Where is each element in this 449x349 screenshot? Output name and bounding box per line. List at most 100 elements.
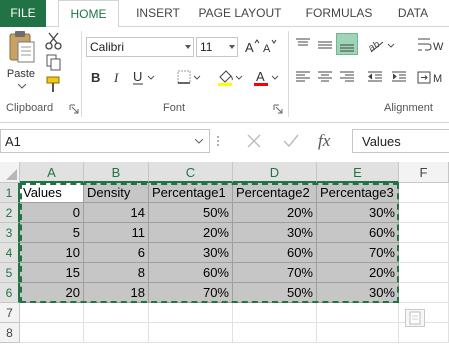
cut-button[interactable] [44, 31, 64, 51]
cell-a5[interactable]: 15 [20, 263, 84, 283]
row-header-8[interactable]: 8 [0, 323, 20, 343]
tab-home[interactable]: HOME [58, 0, 119, 28]
cell-d4[interactable]: 60% [233, 243, 317, 263]
format-painter-button[interactable] [44, 75, 64, 95]
chevron-down-icon[interactable] [18, 84, 26, 89]
tab-file[interactable]: FILE [0, 0, 46, 27]
cell-c5[interactable]: 60% [149, 263, 233, 283]
cell-e7[interactable] [317, 303, 399, 323]
cell-f2[interactable] [399, 203, 449, 223]
formula-input[interactable]: Values [352, 129, 449, 153]
cell-c7[interactable] [149, 303, 233, 323]
merge-center-button[interactable]: M [416, 69, 446, 87]
tab-page-layout[interactable]: PAGE LAYOUT [195, 0, 285, 27]
row-header-5[interactable]: 5 [0, 263, 20, 283]
top-align-button[interactable] [294, 37, 312, 53]
cell-e5[interactable]: 20% [317, 263, 399, 283]
column-header-f[interactable]: F [399, 162, 449, 183]
row-header-7[interactable]: 7 [0, 303, 20, 323]
select-all-button[interactable] [0, 162, 20, 183]
cell-a6[interactable]: 20 [20, 283, 84, 303]
cell-b8[interactable] [84, 323, 149, 343]
row-header-2[interactable]: 2 [0, 203, 20, 223]
cell-a1[interactable]: Values [20, 183, 84, 203]
cell-c8[interactable] [149, 323, 233, 343]
check-icon[interactable] [282, 133, 300, 149]
column-header-e[interactable]: E [317, 162, 399, 183]
row-header-1[interactable]: 1 [0, 183, 20, 203]
cell-e2[interactable]: 30% [317, 203, 399, 223]
cell-f5[interactable] [399, 263, 449, 283]
cell-c1[interactable]: Percentage1 [149, 183, 233, 203]
increase-indent-button[interactable] [390, 69, 408, 85]
cell-a8[interactable] [20, 323, 84, 343]
cell-f1[interactable] [399, 183, 449, 203]
tab-formulas[interactable]: FORMULAS [300, 0, 378, 27]
column-header-d[interactable]: D [233, 162, 317, 183]
middle-align-button[interactable] [316, 37, 334, 53]
decrease-indent-button[interactable] [366, 69, 384, 85]
cell-e6[interactable]: 30% [317, 283, 399, 303]
cell-d2[interactable]: 20% [233, 203, 317, 223]
dialog-launcher-icon[interactable] [69, 104, 79, 114]
cell-b7[interactable] [84, 303, 149, 323]
font-size-select[interactable]: 11 [196, 37, 238, 57]
name-box[interactable]: A1 [0, 129, 210, 153]
chevron-down-icon[interactable] [195, 139, 203, 144]
cell-b5[interactable]: 8 [84, 263, 149, 283]
font-name-select[interactable]: Calibri [86, 37, 194, 57]
increase-font-size-button[interactable]: A [244, 37, 260, 57]
cell-a7[interactable] [20, 303, 84, 323]
cell-d7[interactable] [233, 303, 317, 323]
row-header-4[interactable]: 4 [0, 243, 20, 263]
cell-d8[interactable] [233, 323, 317, 343]
cell-e4[interactable]: 70% [317, 243, 399, 263]
cell-c6[interactable]: 70% [149, 283, 233, 303]
cell-b3[interactable]: 11 [84, 223, 149, 243]
cell-c4[interactable]: 30% [149, 243, 233, 263]
paste-options-button[interactable] [405, 309, 425, 327]
cell-c2[interactable]: 50% [149, 203, 233, 223]
tab-insert[interactable]: INSERT [128, 0, 188, 27]
cell-b6[interactable]: 18 [84, 283, 149, 303]
cell-f4[interactable] [399, 243, 449, 263]
cell-f6[interactable] [399, 283, 449, 303]
align-center-button[interactable] [316, 69, 334, 85]
cell-d3[interactable]: 30% [233, 223, 317, 243]
cell-d6[interactable]: 50% [233, 283, 317, 303]
cell-a4[interactable]: 10 [20, 243, 84, 263]
column-header-b[interactable]: B [84, 162, 149, 183]
row-header-6[interactable]: 6 [0, 283, 20, 303]
column-header-c[interactable]: C [149, 162, 233, 183]
align-right-button[interactable] [338, 69, 356, 85]
copy-button[interactable] [44, 53, 64, 73]
cell-a3[interactable]: 5 [20, 223, 84, 243]
cell-b2[interactable]: 14 [84, 203, 149, 223]
cancel-icon[interactable] [246, 133, 262, 149]
cell-e3[interactable]: 60% [317, 223, 399, 243]
fill-color-button[interactable] [216, 67, 244, 87]
paste-button[interactable]: Paste [4, 30, 38, 90]
cell-e1[interactable]: Percentage3 [317, 183, 399, 203]
cell-b4[interactable]: 6 [84, 243, 149, 263]
cell-e8[interactable] [317, 323, 399, 343]
align-left-button[interactable] [294, 69, 312, 85]
italic-button[interactable]: I [110, 67, 126, 87]
row-header-3[interactable]: 3 [0, 223, 20, 243]
orientation-button[interactable]: ab [366, 35, 396, 55]
cell-b1[interactable]: Density [84, 183, 149, 203]
cell-c3[interactable]: 20% [149, 223, 233, 243]
cell-d5[interactable]: 70% [233, 263, 317, 283]
dialog-launcher-icon[interactable] [273, 104, 283, 114]
cell-f3[interactable] [399, 223, 449, 243]
cell-d1[interactable]: Percentage2 [233, 183, 317, 203]
bold-button[interactable]: B [88, 67, 104, 87]
cell-a2[interactable]: 0 [20, 203, 84, 223]
underline-button[interactable]: U [130, 67, 156, 87]
decrease-font-size-button[interactable]: A [262, 37, 278, 57]
column-header-a[interactable]: A [20, 162, 84, 183]
wrap-text-button[interactable]: W [416, 35, 446, 55]
tab-data[interactable]: DATA [390, 0, 436, 27]
font-color-button[interactable]: A [252, 67, 280, 87]
insert-function-button[interactable]: fx [318, 131, 330, 151]
